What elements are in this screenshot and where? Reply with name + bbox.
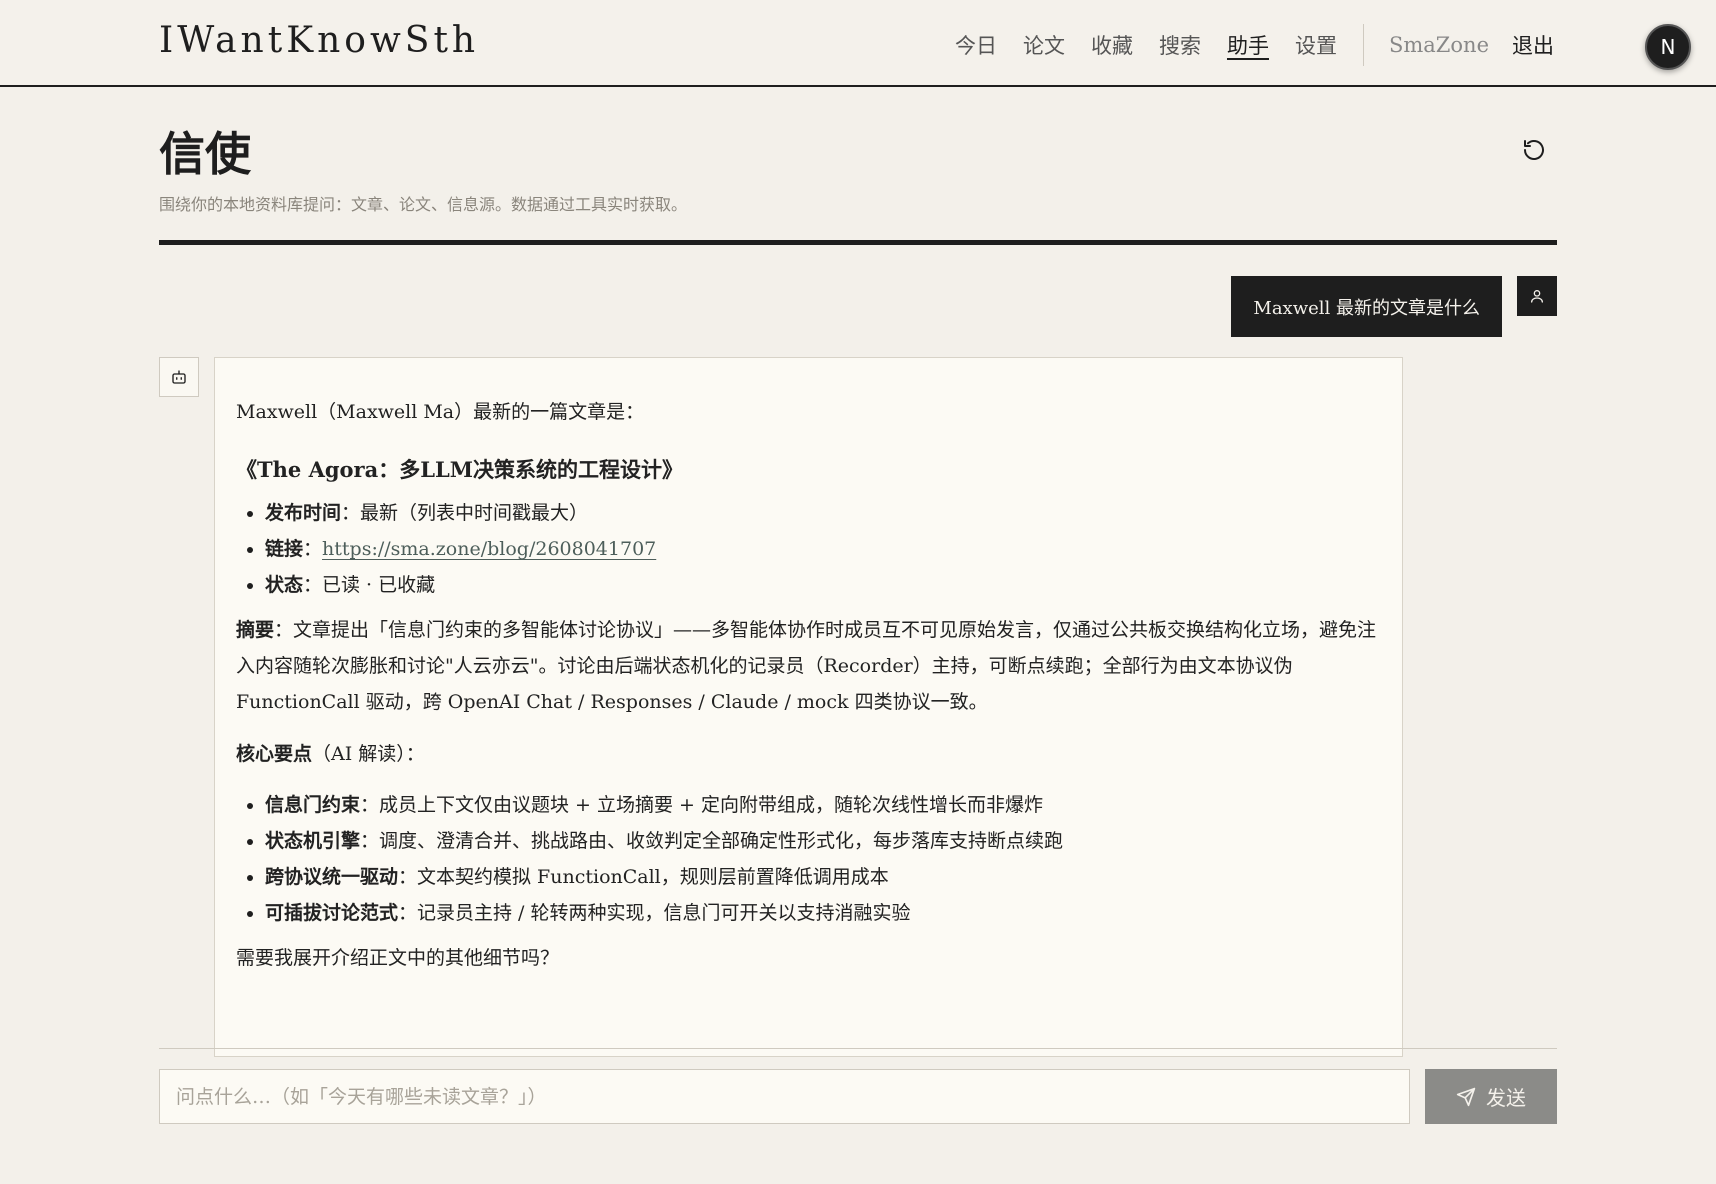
point-label: 信息门约束 <box>265 794 361 816</box>
article-summary: 摘要：文章提出「信息门约束的多智能体讨论协议」——多智能体协作时成员互不可见原始… <box>236 612 1382 720</box>
article-link[interactable]: https://sma.zone/blog/2608041707 <box>322 538 656 560</box>
key-points-heading: 核心要点（AI 解读）： <box>236 736 1382 772</box>
point-label: 可插拔讨论范式 <box>265 902 399 924</box>
article-meta-list: 发布时间：最新（列表中时间戳最大） 链接：https://sma.zone/bl… <box>236 498 1382 600</box>
article-title: 《The Agora：多LLM决策系统的工程设计》 <box>236 457 683 482</box>
page-subtitle: 围绕你的本地资料库提问：文章、论文、信息源。数据通过工具实时获取。 <box>159 195 688 214</box>
point-label: 状态机引擎 <box>265 830 361 852</box>
user-icon <box>1531 290 1543 303</box>
point-value: ：记录员主持 / 轮转两种实现，信息门可开关以支持消融实验 <box>398 902 911 924</box>
meta-label: 链接 <box>265 538 304 560</box>
robot-icon <box>172 370 186 384</box>
nav-assistant[interactable]: 助手 <box>1227 30 1269 60</box>
summary-label: 摘要 <box>236 619 275 641</box>
refresh-icon <box>1524 140 1544 160</box>
main-nav: 今日 论文 收藏 搜索 助手 设置 SmaZone 退出 <box>929 24 1554 66</box>
nav-favorites[interactable]: 收藏 <box>1091 30 1133 60</box>
bot-avatar <box>159 357 199 397</box>
reset-conversation-button[interactable] <box>1518 134 1550 166</box>
list-item: 跨协议统一驱动：文本契约模拟 FunctionCall，规则层前置降低调用成本 <box>236 862 1382 892</box>
nav-papers[interactable]: 论文 <box>1023 30 1065 60</box>
list-item: 可插拔讨论范式：记录员主持 / 轮转两种实现，信息门可开关以支持消融实验 <box>236 898 1382 928</box>
list-item: 状态机引擎：调度、澄清合并、挑战路由、收敛判定全部确定性形式化，每步落库支持断点… <box>236 826 1382 856</box>
list-item: 信息门约束：成员上下文仅由议题块 + 立场摘要 + 定向附带组成，随轮次线性增长… <box>236 790 1382 820</box>
send-icon <box>1456 1087 1476 1106</box>
logout-link[interactable]: 退出 <box>1512 30 1554 60</box>
point-value: ：文本契约模拟 FunctionCall，规则层前置降低调用成本 <box>398 866 889 888</box>
title-divider <box>159 240 1557 245</box>
list-item: 链接：https://sma.zone/blog/2608041707 <box>236 534 1382 564</box>
key-points-list: 信息门约束：成员上下文仅由议题块 + 立场摘要 + 定向附带组成，随轮次线性增长… <box>236 790 1382 928</box>
meta-label: 状态 <box>265 574 304 596</box>
nav-divider <box>1362 24 1364 66</box>
send-button-label: 发送 <box>1486 1086 1526 1110</box>
meta-value: ：已读 · 已收藏 <box>303 574 436 596</box>
user-avatar <box>1517 276 1557 316</box>
brand-logo[interactable]: IWantKnowSth <box>159 20 479 61</box>
page-title: 信使 <box>159 127 251 181</box>
key-points-suffix: （AI 解读）： <box>312 743 425 765</box>
list-item: 状态：已读 · 已收藏 <box>236 570 1382 600</box>
assistant-intro: Maxwell（Maxwell Ma）最新的一篇文章是： <box>236 401 645 423</box>
summary-text: ：文章提出「信息门约束的多智能体讨论协议」——多智能体协作时成员互不可见原始发言… <box>236 619 1377 713</box>
point-label: 跨协议统一驱动 <box>265 866 399 888</box>
meta-label: 发布时间 <box>265 502 342 524</box>
chat-divider <box>159 1048 1557 1049</box>
avatar[interactable]: N <box>1645 24 1691 70</box>
nav-settings[interactable]: 设置 <box>1295 30 1337 60</box>
meta-value: ：最新（列表中时间戳最大） <box>341 502 589 524</box>
assistant-closing: 需要我展开介绍正文中的其他细节吗？ <box>236 947 560 969</box>
chat-input[interactable] <box>159 1069 1410 1124</box>
meta-value: ： <box>303 538 323 560</box>
send-button[interactable]: 发送 <box>1425 1069 1557 1124</box>
key-points-label: 核心要点 <box>236 743 313 765</box>
current-user: SmaZone <box>1388 33 1489 57</box>
top-bar: IWantKnowSth 今日 论文 收藏 搜索 助手 设置 SmaZone 退… <box>0 0 1716 87</box>
point-value: ：成员上下文仅由议题块 + 立场摘要 + 定向附带组成，随轮次线性增长而非爆炸 <box>360 794 1044 816</box>
point-value: ：调度、澄清合并、挑战路由、收敛判定全部确定性形式化，每步落库支持断点续跑 <box>360 830 1064 852</box>
nav-search[interactable]: 搜索 <box>1159 30 1201 60</box>
user-message-text: Maxwell 最新的文章是什么 <box>1253 297 1480 319</box>
assistant-message: Maxwell（Maxwell Ma）最新的一篇文章是： 《The Agora：… <box>214 357 1403 1057</box>
nav-today[interactable]: 今日 <box>955 30 997 60</box>
list-item: 发布时间：最新（列表中时间戳最大） <box>236 498 1382 528</box>
user-message-bubble: Maxwell 最新的文章是什么 <box>1231 276 1502 337</box>
